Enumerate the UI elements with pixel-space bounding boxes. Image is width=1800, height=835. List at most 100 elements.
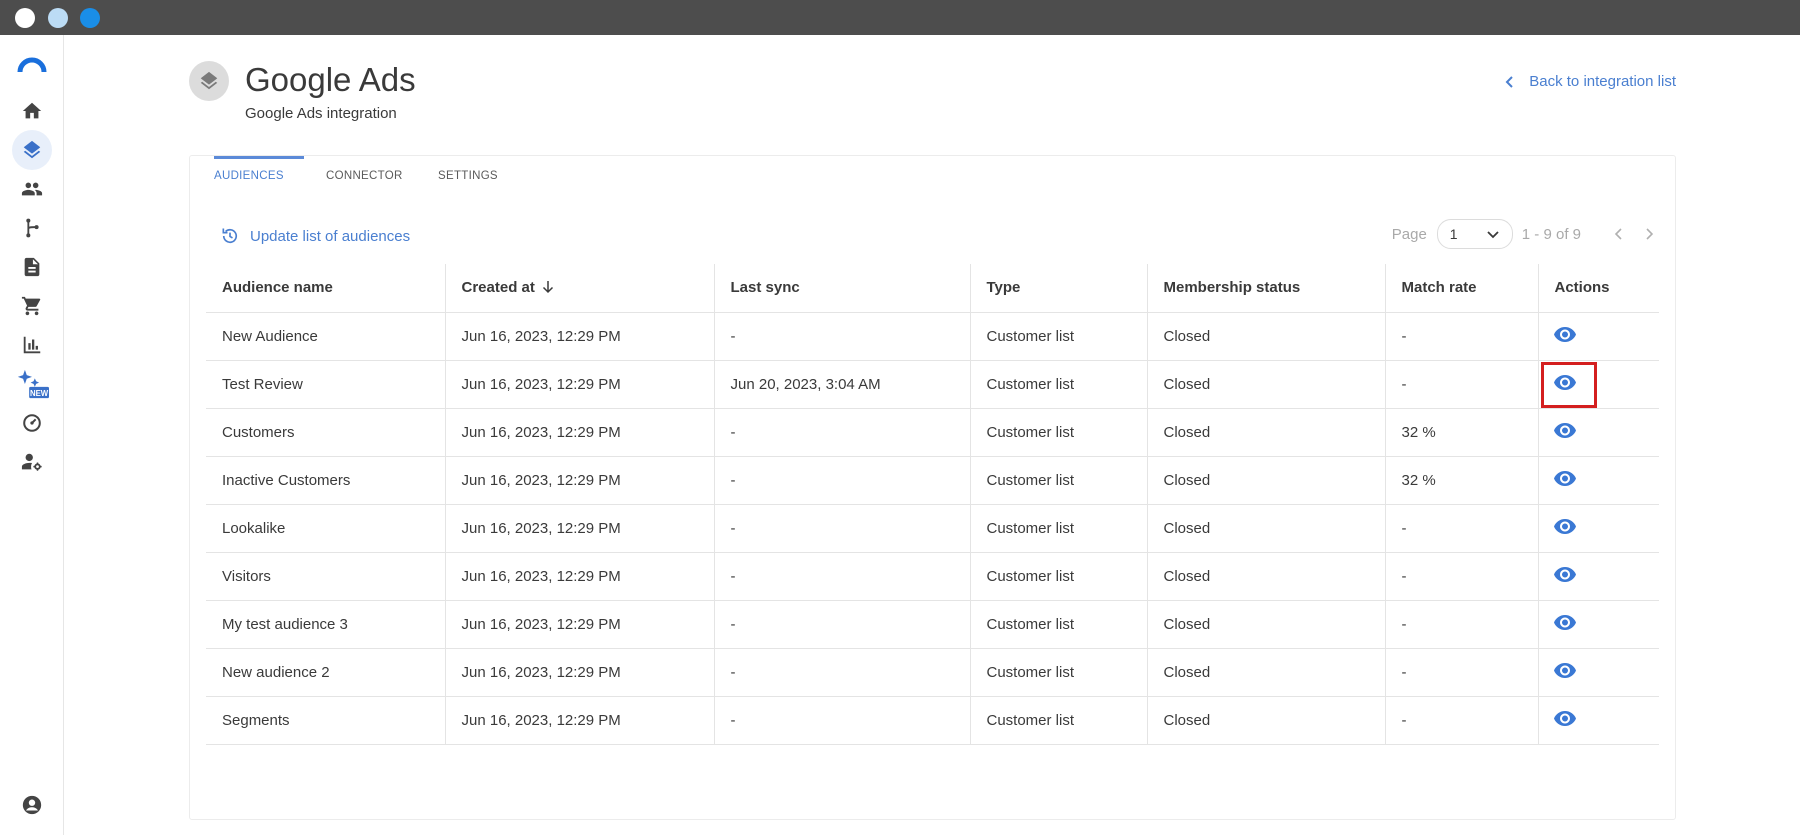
view-audience-button[interactable] xyxy=(1553,514,1577,538)
view-audience-button[interactable] xyxy=(1540,362,1597,408)
cell-created-at: Jun 16, 2023, 12:29 PM xyxy=(445,648,715,697)
col-created-at[interactable]: Created at xyxy=(445,264,715,313)
cell-last-sync: - xyxy=(714,552,971,601)
chevron-right-icon xyxy=(1646,228,1654,240)
audiences-card: AUDIENCES CONNECTOR SETTINGS Update list… xyxy=(189,155,1676,820)
arrow-down-icon xyxy=(542,281,553,294)
cell-audience-name: Visitors xyxy=(206,552,446,601)
view-audience-button[interactable] xyxy=(1553,610,1577,634)
next-page-button[interactable] xyxy=(1641,226,1657,242)
sidebar-item-home[interactable] xyxy=(12,91,52,131)
sidebar-item-ai-new[interactable]: NEW xyxy=(12,364,52,404)
tab-connector[interactable]: CONNECTOR xyxy=(302,156,414,196)
sidebar-item-people[interactable] xyxy=(12,169,52,209)
table-row[interactable]: Lookalike Jun 16, 2023, 12:29 PM - Customer… xyxy=(206,504,1659,553)
view-audience-button[interactable] xyxy=(1553,466,1577,490)
col-type[interactable]: Type xyxy=(970,264,1148,313)
brand-logo[interactable] xyxy=(17,55,47,73)
back-link-label: Back to integration list xyxy=(1529,73,1676,90)
view-audience-button[interactable] xyxy=(1553,706,1577,730)
cell-match-rate: 32 % xyxy=(1385,408,1539,457)
eye-icon xyxy=(1553,471,1576,486)
cell-actions xyxy=(1538,408,1659,457)
window-close-button[interactable] xyxy=(15,8,35,28)
view-audience-button[interactable] xyxy=(1553,658,1577,682)
sparkles-new-icon: NEW xyxy=(17,369,49,399)
cell-created-at: Jun 16, 2023, 12:29 PM xyxy=(445,552,715,601)
table-row[interactable]: My test audience 3 Jun 16, 2023, 12:29 PM… xyxy=(206,600,1659,649)
tab-settings[interactable]: SETTINGS xyxy=(414,156,522,196)
tab-bar: AUDIENCES CONNECTOR SETTINGS xyxy=(190,156,522,196)
cell-type: Customer list xyxy=(970,696,1148,745)
page-select[interactable]: 1 xyxy=(1436,219,1513,249)
audiences-table: Audience name Created at Last sync Type … xyxy=(206,264,1659,745)
chevron-down-icon xyxy=(1487,231,1499,239)
cell-match-rate: - xyxy=(1385,552,1539,601)
page-title: Google Ads xyxy=(245,61,416,98)
cell-type: Customer list xyxy=(970,600,1148,649)
eye-icon xyxy=(1553,423,1576,438)
table-row[interactable]: New audience 2 Jun 16, 2023, 12:29 PM - Cus… xyxy=(206,648,1659,697)
cell-audience-name: Lookalike xyxy=(206,504,446,553)
update-audiences-button[interactable]: Update list of audiences xyxy=(220,226,410,246)
sidebar-item-user-settings[interactable] xyxy=(12,442,52,482)
layers-icon xyxy=(23,140,41,159)
cell-actions xyxy=(1538,456,1659,505)
cell-audience-name: Customers xyxy=(206,408,446,457)
sidebar-item-flows[interactable] xyxy=(12,208,52,248)
table-row[interactable]: Customers Jun 16, 2023, 12:29 PM - Customer… xyxy=(206,408,1659,457)
home-icon xyxy=(22,102,42,119)
tab-audiences[interactable]: AUDIENCES xyxy=(190,156,304,196)
cell-type: Customer list xyxy=(970,456,1148,505)
col-membership-status[interactable]: Membership status xyxy=(1147,264,1386,313)
cell-match-rate: 32 % xyxy=(1385,456,1539,505)
sidebar-item-commerce[interactable] xyxy=(12,286,52,326)
table-row[interactable]: New Audience Jun 16, 2023, 12:29 PM - Custo… xyxy=(206,312,1659,361)
cell-created-at: Jun 16, 2023, 12:29 PM xyxy=(445,696,715,745)
refresh-icon xyxy=(222,228,238,244)
cart-icon xyxy=(21,296,41,316)
cell-actions xyxy=(1538,360,1659,409)
cell-type: Customer list xyxy=(970,648,1148,697)
back-to-integration-list-link[interactable]: Back to integration list xyxy=(1503,73,1676,90)
col-audience-name[interactable]: Audience name xyxy=(206,264,446,313)
window-maximize-button[interactable] xyxy=(80,8,100,28)
view-audience-button[interactable] xyxy=(1553,418,1577,442)
table-header-row: Audience name Created at Last sync Type … xyxy=(206,264,1659,313)
cell-membership-status: Closed xyxy=(1147,504,1386,553)
page-select-value: 1 xyxy=(1449,226,1458,242)
cell-actions xyxy=(1538,504,1659,553)
cell-type: Customer list xyxy=(970,552,1148,601)
eye-icon xyxy=(1553,711,1576,726)
sidebar-account[interactable] xyxy=(12,785,52,825)
cell-last-sync: - xyxy=(714,600,971,649)
sidebar-item-analytics[interactable] xyxy=(12,325,52,365)
sidebar-item-integrations[interactable] xyxy=(12,130,52,170)
account-icon xyxy=(22,795,42,815)
integration-avatar xyxy=(189,61,229,101)
view-audience-button[interactable] xyxy=(1553,562,1577,586)
col-match-rate[interactable]: Match rate xyxy=(1385,264,1539,313)
cell-created-at: Jun 16, 2023, 12:29 PM xyxy=(445,600,715,649)
sidebar: NEW xyxy=(0,35,64,835)
table-row[interactable]: Segments Jun 16, 2023, 12:29 PM - Customer … xyxy=(206,696,1659,745)
sidebar-item-dashboard[interactable] xyxy=(12,403,52,443)
table-row[interactable]: Inactive Customers Jun 16, 2023, 12:29 PM… xyxy=(206,456,1659,505)
new-badge: NEW xyxy=(30,389,49,398)
eye-icon xyxy=(1553,663,1576,678)
cell-last-sync: Jun 20, 2023, 3:04 AM xyxy=(714,360,971,409)
view-audience-button[interactable] xyxy=(1553,322,1577,346)
window-minimize-button[interactable] xyxy=(48,8,68,28)
page-subtitle: Google Ads integration xyxy=(245,105,397,122)
table-row[interactable]: Visitors Jun 16, 2023, 12:29 PM - Customer … xyxy=(206,552,1659,601)
cell-actions xyxy=(1538,600,1659,649)
user-settings-icon xyxy=(21,453,42,471)
cell-membership-status: Closed xyxy=(1147,648,1386,697)
col-last-sync[interactable]: Last sync xyxy=(714,264,971,313)
prev-page-button[interactable] xyxy=(1611,226,1627,242)
table-body: New Audience Jun 16, 2023, 12:29 PM - Custo… xyxy=(206,312,1659,745)
document-icon xyxy=(24,257,40,277)
sidebar-item-documents[interactable] xyxy=(12,247,52,287)
table-row[interactable]: Test Review Jun 16, 2023, 12:29 PM Jun 20,… xyxy=(206,360,1659,409)
cell-membership-status: Closed xyxy=(1147,600,1386,649)
